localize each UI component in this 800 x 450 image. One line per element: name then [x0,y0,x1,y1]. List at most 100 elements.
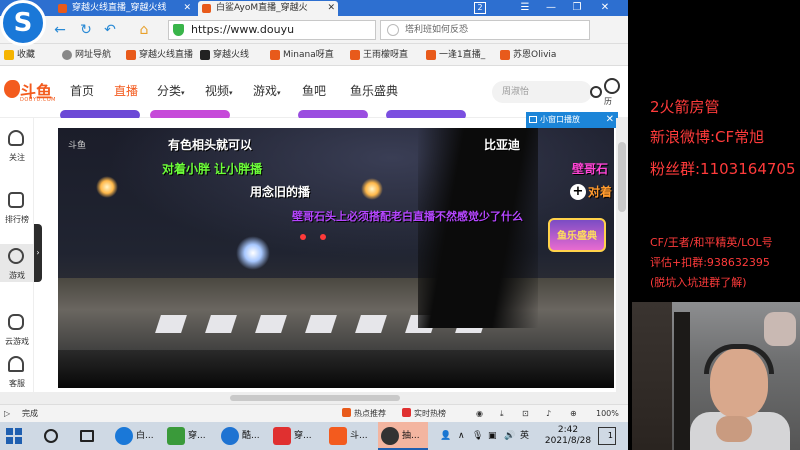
back-icon[interactable]: ← [52,22,68,38]
hot-recommend-item[interactable]: 热点推荐 [342,405,386,422]
bookmarks-bar: 收藏 网址导航 穿越火线直播 穿越火线 Minana呀直 王雨檬呀直 一逢1直播… [0,44,628,66]
secure-shield-icon [173,24,184,36]
sidebar-item-games[interactable]: 游戏 [0,244,34,282]
sidebar-item-support[interactable]: 客服 [0,352,34,390]
zoom-level[interactable]: 100% [596,405,619,422]
game-icon [8,248,24,264]
chevron-up-icon[interactable]: ∧ [458,422,465,450]
nav-item-festival[interactable]: 鱼乐盛典 [350,82,398,99]
windows-start-icon[interactable] [6,428,22,444]
taskbar-app-active[interactable]: 抽... [378,422,428,450]
street-light [361,178,383,200]
taskbar-app-browser[interactable]: 白... [112,422,160,450]
tab-0[interactable]: 穿越火线直播_穿越火线 ✕ [54,1,194,16]
nav-item-games[interactable]: 游戏▾ [253,82,281,99]
bookmark-label: 收藏 [17,50,36,60]
bookmark-item[interactable]: 收藏 [4,48,35,62]
danmu-message: 壁哥石头上必须搭配老白直播不然感觉少了什么 [292,210,523,223]
browser-search-input[interactable]: 塔利班如何反恐 [380,20,590,40]
maximize-icon[interactable]: ❐ [566,0,588,16]
mic-icon[interactable]: 🎙 [472,422,483,450]
chart-icon [402,408,411,417]
home-icon[interactable]: ⌂ [136,22,152,38]
sidebar-item-ranking[interactable]: 排行榜 [0,188,34,226]
realtime-hot-item[interactable]: 实时热榜 [402,405,446,422]
site-search-input[interactable]: 周淑怡 [492,81,602,103]
undo-icon[interactable]: ↶ [102,22,118,38]
taskbar-app-label: 酷... [242,431,260,441]
sound-icon[interactable]: ◉ [476,405,483,422]
task-view-icon[interactable] [80,430,94,442]
nav-label: 首页 [70,84,95,98]
sidebar-item-cloud-games[interactable]: 云游戏 [0,310,34,348]
window-count-badge[interactable]: 2 [474,2,486,14]
scroll-thumb[interactable] [618,142,626,212]
person-icon[interactable]: 👤 [440,422,451,450]
sidebar-item-follow[interactable]: 关注 [0,126,34,164]
volume-icon[interactable]: 🔊 [504,422,515,450]
festival-badge[interactable]: 鱼乐盛典 [548,218,606,252]
browser-logo-icon[interactable]: S [0,0,46,46]
bookmark-item[interactable]: 苏恩Olivia [500,48,556,62]
refresh-icon[interactable]: ↻ [78,22,94,38]
browser-window: 穿越火线直播_穿越火线 ✕ 白鲨AyoM直播_穿越火 ✕ 2 ☰ — ❐ ✕ S… [0,0,628,422]
sidebar-label: 云游戏 [5,337,29,346]
bookmark-item[interactable]: 穿越火线 [200,48,249,62]
mini-player-button[interactable]: 小窗口播放 ✕ [526,112,618,128]
network-icon[interactable]: ▣ [488,422,497,450]
bookmark-item[interactable]: 一逢1直播_ [426,48,485,62]
search-circle-icon[interactable] [44,429,58,443]
minimize-icon[interactable]: — [540,0,562,16]
lock-icon[interactable]: ⊡ [522,405,529,422]
tab-1[interactable]: 白鲨AyoM直播_穿越火 ✕ [198,1,338,16]
add-icon[interactable]: + [570,184,586,200]
taskbar-app-cf[interactable]: 穿... [164,422,212,450]
danmu-message: 壁哥石 [572,162,609,176]
bookmark-item[interactable]: 网址导航 [62,48,111,62]
ranking-icon [8,192,24,208]
history-icon[interactable] [604,78,620,94]
nav-item-video[interactable]: 视频▾ [205,82,233,99]
clock[interactable]: 2:42 2021/8/28 [540,425,596,447]
horizontal-scrollbar[interactable] [0,392,628,404]
bookmark-item[interactable]: Minana呀直 [270,48,334,62]
nav-label: 视频 [205,84,230,98]
nav-item-home[interactable]: 首页 [70,82,94,99]
tab-bar: 穿越火线直播_穿越火线 ✕ 白鲨AyoM直播_穿越火 ✕ 2 ☰ — ❐ ✕ [0,0,628,16]
scroll-thumb[interactable] [230,395,400,401]
nav-item-fishbar[interactable]: 鱼吧 [302,82,326,99]
mini-window-icon [529,116,537,123]
clock-date: 2021/8/28 [544,436,592,446]
sidebar-expand-handle[interactable]: › [34,224,42,282]
heart-icon [8,130,24,146]
history-label: 历 [604,97,612,106]
address-bar[interactable]: https://www.douyu [168,20,376,40]
app-window-icon [167,427,185,445]
notification-center-icon[interactable]: 1 [598,427,616,445]
sidebar-label: 客服 [9,379,25,388]
nav-item-category[interactable]: 分类▾ [157,82,185,99]
download-icon[interactable]: ⤓ [500,405,504,422]
bookmark-label: 一逢1直播_ [439,50,486,60]
tab-close-icon[interactable]: ✕ [183,1,191,16]
gamepad-icon [8,314,24,330]
dashboard [58,350,614,388]
taskbar-app-cf-game[interactable]: 穿... [270,422,322,450]
mute-icon[interactable]: ♪ [546,405,551,422]
vertical-scrollbar[interactable] [616,118,628,392]
close-icon[interactable]: ✕ [606,112,614,128]
tab-close-icon[interactable]: ✕ [327,1,335,16]
douyu-favicon-icon [270,50,280,60]
taskbar-app-kugou[interactable]: 酷... [218,422,266,450]
zoom-icon[interactable]: ⊕ [570,405,577,422]
search-icon[interactable] [590,86,602,98]
bookmark-item[interactable]: 王雨檬呀直 [350,48,408,62]
bookmark-item[interactable]: 穿越火线直播 [126,48,193,62]
menu-icon[interactable]: ☰ [514,0,536,16]
ime-indicator[interactable]: 英 [520,422,529,450]
video-player[interactable]: 斗鱼 有色相头就可以 比亚迪 对着小胖 让小胖播 壁哥石 用念旧的播 + 对着 … [58,128,614,388]
close-window-icon[interactable]: ✕ [594,0,616,16]
taskbar-app-douyu[interactable]: 斗... [326,422,374,450]
douyu-logo[interactable]: 斗鱼 DOUYU.COM [4,78,58,106]
nav-item-live[interactable]: 直播 [114,82,138,99]
